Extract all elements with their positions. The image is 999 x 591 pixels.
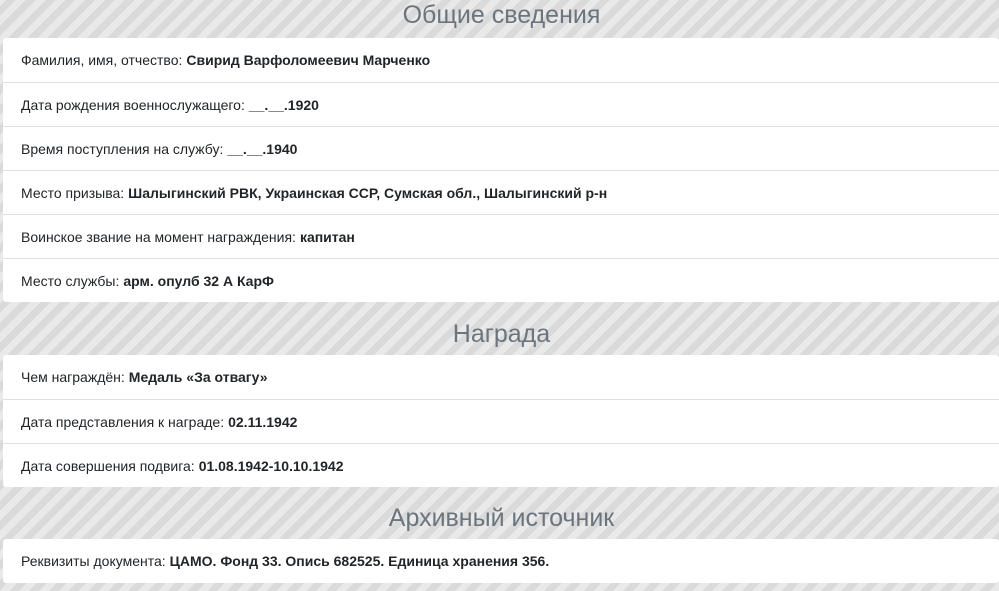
section-title-award: Награда (452, 320, 551, 348)
info-label: Место службы: (21, 272, 120, 289)
info-row-rank: Воинское звание на момент награждения: к… (3, 214, 999, 258)
info-value: __.__.1940 (227, 140, 298, 157)
info-value: капитан (299, 228, 355, 245)
info-label: Воинское звание на момент награждения: (21, 228, 296, 245)
info-row-service-start: Время поступления на службу: __.__.1940 (3, 126, 999, 170)
info-value: __.__.1920 (248, 96, 319, 113)
info-row-feat-dates: Дата совершения подвига: 01.08.1942-10.1… (3, 443, 999, 487)
info-label: Место призыва: (21, 184, 125, 201)
info-value: Шалыгинский РВК, Украинская ССР, Сумская… (128, 184, 608, 201)
info-row-birth-date: Дата рождения военнослужащего: __.__.192… (3, 82, 999, 126)
general-info-card: Фамилия, имя, отчество: Свирид Варфоломе… (3, 38, 999, 302)
info-row-award-name: Чем награждён: Медаль «За отвагу» (3, 355, 999, 399)
info-value: Медаль «За отвагу» (128, 369, 268, 385)
award-card: Чем награждён: Медаль «За отвагу» Дата п… (3, 355, 999, 487)
info-label: Дата представления к награде: (21, 413, 225, 430)
award-record-page: Общие сведения Фамилия, имя, отчество: С… (0, 0, 999, 591)
info-value: 01.08.1942-10.10.1942 (198, 457, 344, 474)
info-label: Дата рождения военнослужащего: (21, 96, 245, 113)
info-value: Свирид Варфоломеевич Марченко (186, 52, 431, 68)
info-label: Фамилия, имя, отчество: (21, 52, 183, 68)
info-row-service-place: Место службы: арм. опулб 32 А КарФ (3, 258, 999, 302)
info-row-draft-place: Место призыва: Шалыгинский РВК, Украинск… (3, 170, 999, 214)
info-label: Время поступления на службу: (21, 140, 224, 157)
info-row-submission-date: Дата представления к награде: 02.11.1942 (3, 399, 999, 443)
info-label: Реквизиты документа: (21, 553, 166, 569)
info-value: 02.11.1942 (228, 413, 298, 430)
info-label: Дата совершения подвига: (21, 457, 195, 474)
info-row-document-details: Реквизиты документа: ЦАМО. Фонд 33. Опис… (3, 539, 999, 583)
section-title-archive: Архивный источник (388, 504, 615, 532)
info-value: арм. опулб 32 А КарФ (123, 272, 274, 289)
info-value: ЦАМО. Фонд 33. Опись 682525. Единица хра… (169, 553, 550, 569)
archive-card: Реквизиты документа: ЦАМО. Фонд 33. Опис… (3, 539, 999, 583)
info-label: Чем награждён: (21, 369, 125, 385)
section-title-general: Общие сведения (402, 1, 601, 29)
info-row-full-name: Фамилия, имя, отчество: Свирид Варфоломе… (3, 38, 999, 82)
